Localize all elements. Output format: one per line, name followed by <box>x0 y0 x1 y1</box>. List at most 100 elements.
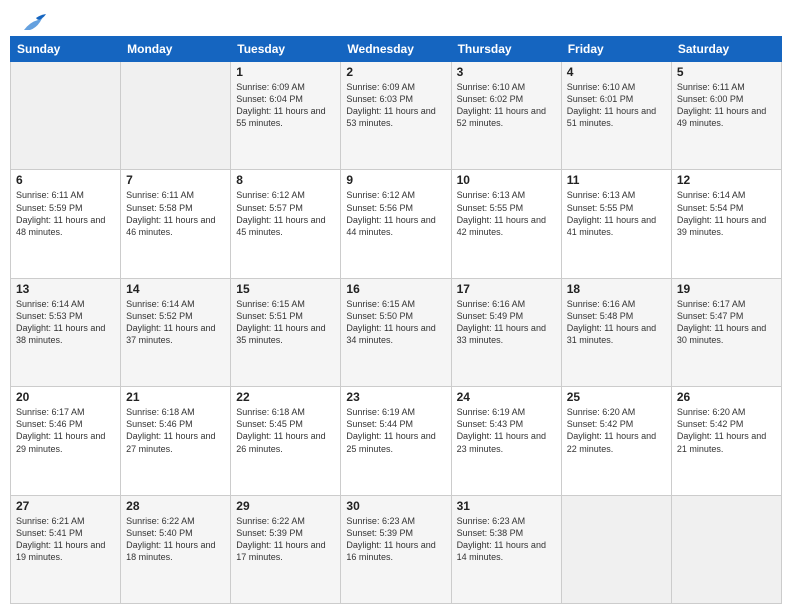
cell-sun-info: Sunrise: 6:17 AMSunset: 5:47 PMDaylight:… <box>677 298 776 347</box>
cell-sun-info: Sunrise: 6:12 AMSunset: 5:56 PMDaylight:… <box>346 189 445 238</box>
calendar-day-9: 9Sunrise: 6:12 AMSunset: 5:56 PMDaylight… <box>341 170 451 278</box>
day-number: 17 <box>457 282 556 296</box>
day-number: 3 <box>457 65 556 79</box>
calendar-empty-cell <box>671 495 781 603</box>
cell-sun-info: Sunrise: 6:17 AMSunset: 5:46 PMDaylight:… <box>16 406 115 455</box>
cell-sun-info: Sunrise: 6:22 AMSunset: 5:39 PMDaylight:… <box>236 515 335 564</box>
cell-sun-info: Sunrise: 6:09 AMSunset: 6:04 PMDaylight:… <box>236 81 335 130</box>
day-number: 7 <box>126 173 225 187</box>
day-number: 1 <box>236 65 335 79</box>
cell-sun-info: Sunrise: 6:18 AMSunset: 5:45 PMDaylight:… <box>236 406 335 455</box>
calendar-day-28: 28 Sunrise: 6:22 AMSunset: 5:40 PMDayligh… <box>121 495 231 603</box>
cell-sun-info: Sunrise: 6:20 AMSunset: 5:42 PMDaylight:… <box>567 406 666 455</box>
cell-sun-info: Sunrise: 6:11 AMSunset: 5:58 PMDaylight:… <box>126 189 225 238</box>
cell-sun-info: Sunrise: 6:11 AMSunset: 6:00 PMDaylight:… <box>677 81 776 130</box>
calendar-day-3: 3 Sunrise: 6:10 AMSunset: 6:02 PMDaylight… <box>451 62 561 170</box>
day-number: 5 <box>677 65 776 79</box>
calendar-empty-cell <box>121 62 231 170</box>
cell-sun-info: Sunrise: 6:19 AMSunset: 5:43 PMDaylight:… <box>457 406 556 455</box>
calendar-day-21: 21 Sunrise: 6:18 AMSunset: 5:46 PMDayligh… <box>121 387 231 495</box>
cell-sun-info: Sunrise: 6:10 AMSunset: 6:01 PMDaylight:… <box>567 81 666 130</box>
calendar-day-23: 23 Sunrise: 6:19 AMSunset: 5:44 PMDayligh… <box>341 387 451 495</box>
cell-sun-info: Sunrise: 6:09 AMSunset: 6:03 PMDaylight:… <box>346 81 445 130</box>
day-number: 26 <box>677 390 776 404</box>
day-header-thursday: Thursday <box>451 37 561 62</box>
cell-sun-info: Sunrise: 6:15 AMSunset: 5:50 PMDaylight:… <box>346 298 445 347</box>
cell-sun-info: Sunrise: 6:15 AMSunset: 5:51 PMDaylight:… <box>236 298 335 347</box>
calendar-day-1: 1 Sunrise: 6:09 AMSunset: 6:04 PMDaylight… <box>231 62 341 170</box>
header <box>0 0 792 36</box>
calendar-day-2: 2 Sunrise: 6:09 AMSunset: 6:03 PMDaylight… <box>341 62 451 170</box>
day-number: 20 <box>16 390 115 404</box>
calendar-day-25: 25 Sunrise: 6:20 AMSunset: 5:42 PMDayligh… <box>561 387 671 495</box>
day-number: 8 <box>236 173 335 187</box>
calendar-day-14: 14 Sunrise: 6:14 AMSunset: 5:52 PMDayligh… <box>121 278 231 386</box>
cell-sun-info: Sunrise: 6:16 AMSunset: 5:49 PMDaylight:… <box>457 298 556 347</box>
calendar-day-4: 4 Sunrise: 6:10 AMSunset: 6:01 PMDaylight… <box>561 62 671 170</box>
calendar-day-12: 12 Sunrise: 6:14 AMSunset: 5:54 PMDayligh… <box>671 170 781 278</box>
cell-sun-info: Sunrise: 6:21 AMSunset: 5:41 PMDaylight:… <box>16 515 115 564</box>
day-number: 16 <box>346 282 445 296</box>
logo-bird-icon <box>22 12 48 34</box>
cell-sun-info: Sunrise: 6:12 AMSunset: 5:57 PMDaylight:… <box>236 189 335 238</box>
calendar-day-16: 16 Sunrise: 6:15 AMSunset: 5:50 PMDayligh… <box>341 278 451 386</box>
day-number: 2 <box>346 65 445 79</box>
day-header-saturday: Saturday <box>671 37 781 62</box>
day-number: 15 <box>236 282 335 296</box>
day-number: 11 <box>567 173 666 187</box>
calendar-week-row: 13 Sunrise: 6:14 AMSunset: 5:53 PMDayligh… <box>11 278 782 386</box>
calendar-day-13: 13 Sunrise: 6:14 AMSunset: 5:53 PMDayligh… <box>11 278 121 386</box>
page: SundayMondayTuesdayWednesdayThursdayFrid… <box>0 0 792 612</box>
calendar-day-24: 24Sunrise: 6:19 AMSunset: 5:43 PMDayligh… <box>451 387 561 495</box>
cell-sun-info: Sunrise: 6:11 AMSunset: 5:59 PMDaylight:… <box>16 189 115 238</box>
calendar-week-row: 6 Sunrise: 6:11 AMSunset: 5:59 PMDaylight… <box>11 170 782 278</box>
cell-sun-info: Sunrise: 6:22 AMSunset: 5:40 PMDaylight:… <box>126 515 225 564</box>
cell-sun-info: Sunrise: 6:13 AMSunset: 5:55 PMDaylight:… <box>567 189 666 238</box>
day-header-sunday: Sunday <box>11 37 121 62</box>
day-number: 31 <box>457 499 556 513</box>
day-number: 13 <box>16 282 115 296</box>
cell-sun-info: Sunrise: 6:14 AMSunset: 5:52 PMDaylight:… <box>126 298 225 347</box>
cell-sun-info: Sunrise: 6:14 AMSunset: 5:53 PMDaylight:… <box>16 298 115 347</box>
day-header-tuesday: Tuesday <box>231 37 341 62</box>
logo <box>18 12 48 30</box>
cell-sun-info: Sunrise: 6:23 AMSunset: 5:38 PMDaylight:… <box>457 515 556 564</box>
calendar-day-29: 29Sunrise: 6:22 AMSunset: 5:39 PMDayligh… <box>231 495 341 603</box>
calendar-day-5: 5 Sunrise: 6:11 AMSunset: 6:00 PMDaylight… <box>671 62 781 170</box>
cell-sun-info: Sunrise: 6:20 AMSunset: 5:42 PMDaylight:… <box>677 406 776 455</box>
cell-sun-info: Sunrise: 6:18 AMSunset: 5:46 PMDaylight:… <box>126 406 225 455</box>
day-number: 23 <box>346 390 445 404</box>
calendar-table: SundayMondayTuesdayWednesdayThursdayFrid… <box>10 36 782 604</box>
day-number: 19 <box>677 282 776 296</box>
day-number: 18 <box>567 282 666 296</box>
cell-sun-info: Sunrise: 6:13 AMSunset: 5:55 PMDaylight:… <box>457 189 556 238</box>
calendar-day-10: 10 Sunrise: 6:13 AMSunset: 5:55 PMDayligh… <box>451 170 561 278</box>
calendar-empty-cell <box>561 495 671 603</box>
day-number: 6 <box>16 173 115 187</box>
calendar-header-row: SundayMondayTuesdayWednesdayThursdayFrid… <box>11 37 782 62</box>
cell-sun-info: Sunrise: 6:10 AMSunset: 6:02 PMDaylight:… <box>457 81 556 130</box>
calendar-week-row: 1 Sunrise: 6:09 AMSunset: 6:04 PMDaylight… <box>11 62 782 170</box>
day-header-wednesday: Wednesday <box>341 37 451 62</box>
calendar-day-26: 26 Sunrise: 6:20 AMSunset: 5:42 PMDayligh… <box>671 387 781 495</box>
day-number: 10 <box>457 173 556 187</box>
calendar-day-17: 17 Sunrise: 6:16 AMSunset: 5:49 PMDayligh… <box>451 278 561 386</box>
calendar-day-15: 15 Sunrise: 6:15 AMSunset: 5:51 PMDayligh… <box>231 278 341 386</box>
cell-sun-info: Sunrise: 6:23 AMSunset: 5:39 PMDaylight:… <box>346 515 445 564</box>
cell-sun-info: Sunrise: 6:14 AMSunset: 5:54 PMDaylight:… <box>677 189 776 238</box>
day-number: 14 <box>126 282 225 296</box>
day-number: 25 <box>567 390 666 404</box>
calendar-day-18: 18Sunrise: 6:16 AMSunset: 5:48 PMDayligh… <box>561 278 671 386</box>
day-number: 21 <box>126 390 225 404</box>
day-number: 30 <box>346 499 445 513</box>
calendar-day-6: 6 Sunrise: 6:11 AMSunset: 5:59 PMDaylight… <box>11 170 121 278</box>
calendar-day-27: 27Sunrise: 6:21 AMSunset: 5:41 PMDayligh… <box>11 495 121 603</box>
day-number: 28 <box>126 499 225 513</box>
calendar-empty-cell <box>11 62 121 170</box>
calendar: SundayMondayTuesdayWednesdayThursdayFrid… <box>0 36 792 612</box>
day-number: 12 <box>677 173 776 187</box>
calendar-week-row: 27Sunrise: 6:21 AMSunset: 5:41 PMDayligh… <box>11 495 782 603</box>
day-number: 4 <box>567 65 666 79</box>
calendar-week-row: 20 Sunrise: 6:17 AMSunset: 5:46 PMDayligh… <box>11 387 782 495</box>
cell-sun-info: Sunrise: 6:19 AMSunset: 5:44 PMDaylight:… <box>346 406 445 455</box>
